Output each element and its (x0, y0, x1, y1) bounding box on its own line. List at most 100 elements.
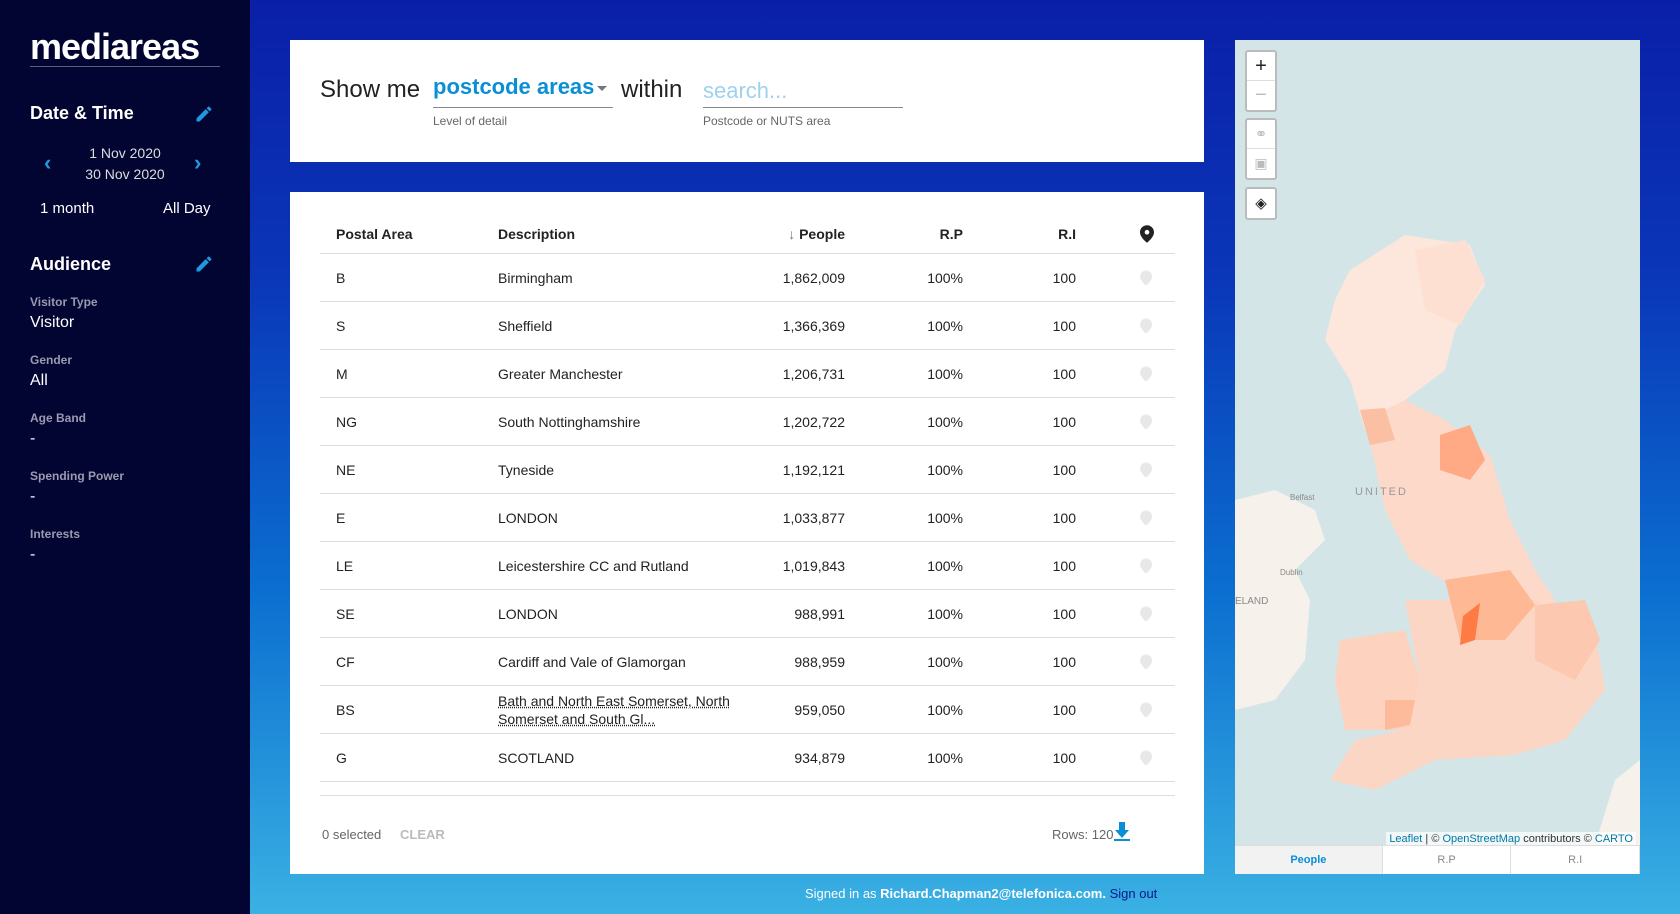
table-row[interactable]: LE Leicestershire CC and Rutland 1,019,8… (320, 542, 1175, 590)
sort-down-arrow-icon: ↓ (788, 225, 800, 242)
download-icon[interactable] (1114, 822, 1130, 842)
sign-out-link[interactable]: Sign out (1110, 886, 1158, 901)
clear-button[interactable]: CLEAR (400, 827, 445, 842)
osm-link[interactable]: OpenStreetMap (1442, 833, 1520, 845)
locate-pin-icon[interactable] (1140, 510, 1152, 526)
visitor-type-label: Visitor Type (30, 295, 98, 309)
header-people[interactable]: ↓ People (788, 226, 845, 242)
locate-pin-icon[interactable] (1140, 318, 1152, 334)
cell-ri: 100 (1052, 365, 1076, 382)
map-attribution: Leaflet | © OpenStreetMap contributors ©… (1386, 832, 1636, 846)
leaflet-link[interactable]: Leaflet (1389, 833, 1422, 845)
table-row[interactable]: S Sheffield 1,366,369 100% 100 (320, 302, 1175, 350)
cell-rp: 100% (927, 269, 963, 286)
area-search-input[interactable] (703, 74, 903, 108)
cell-postal-area: LE (336, 557, 354, 574)
cell-ri: 100 (1052, 317, 1076, 334)
uk-map-svg[interactable]: UNITED Belfast Dublin ELAND (1235, 40, 1640, 845)
cell-rp: 100% (927, 461, 963, 478)
cell-ri: 100 (1052, 605, 1076, 622)
layers-icon[interactable]: ◈ (1247, 189, 1275, 218)
cell-ri: 100 (1052, 461, 1076, 478)
people-label: People (799, 225, 845, 242)
table-row[interactable]: NG South Nottinghamshire 1,202,722 100% … (320, 398, 1175, 446)
globe-reset-icon[interactable]: ⚭ (1247, 120, 1275, 149)
locate-pin-icon[interactable] (1140, 606, 1152, 622)
cell-description: Greater Manchester (498, 365, 623, 382)
header-ri[interactable]: R.I (1058, 226, 1076, 242)
table-row[interactable]: CF Cardiff and Vale of Glamorgan 988,959… (320, 638, 1175, 686)
cell-rp: 100% (927, 509, 963, 526)
edit-audience-pencil-icon[interactable] (194, 254, 214, 274)
map-label-dublin: Dublin (1280, 568, 1303, 577)
next-period-chevron-icon[interactable]: › (194, 150, 201, 176)
edit-date-pencil-icon[interactable] (194, 104, 214, 124)
signed-in-label: Signed in as (805, 886, 881, 901)
cell-description: Birmingham (498, 269, 573, 286)
cell-postal-area: BS (336, 701, 355, 718)
locate-pin-icon[interactable] (1140, 558, 1152, 574)
fit-bounds-icon[interactable]: ▣ (1247, 149, 1275, 178)
table-row[interactable]: G SCOTLAND 934,879 100% 100 (320, 734, 1175, 782)
date-range: 1 Nov 2020 30 Nov 2020 (70, 143, 180, 185)
cell-description[interactable]: Bath and North East Somerset, North Some… (498, 692, 748, 728)
period-length: 1 month (40, 200, 95, 217)
selected-count: 0 selected (322, 827, 382, 842)
rows-count: Rows: 120 (1052, 827, 1114, 842)
caret-down-icon (597, 86, 607, 91)
locate-pin-icon[interactable] (1140, 750, 1152, 766)
header-description[interactable]: Description (498, 226, 575, 242)
cell-postal-area: S (336, 317, 346, 334)
locate-pin-icon[interactable] (1140, 654, 1152, 670)
locate-pin-icon[interactable] (1140, 366, 1152, 382)
cell-people: 988,959 (794, 653, 845, 670)
cell-rp: 100% (927, 413, 963, 430)
choropleth-map[interactable]: UNITED Belfast Dublin ELAND + − ⚭ ▣ ◈ Le… (1235, 40, 1640, 874)
visitor-type-value: Visitor (30, 314, 75, 331)
cell-ri: 100 (1052, 413, 1076, 430)
table-row[interactable]: NE Tyneside 1,192,121 100% 100 (320, 446, 1175, 494)
locate-pin-icon[interactable] (1140, 702, 1152, 718)
map-metric-tabs: People R.P R.I (1235, 845, 1640, 874)
locate-pin-icon[interactable] (1140, 462, 1152, 478)
cell-rp: 100% (927, 365, 963, 382)
cell-postal-area: E (336, 509, 346, 526)
cell-description: South Nottinghamshire (498, 413, 641, 430)
zoom-in-button[interactable]: + (1247, 52, 1275, 81)
cell-description: Cardiff and Vale of Glamorgan (498, 653, 686, 670)
table-row[interactable]: M Greater Manchester 1,206,731 100% 100 (320, 350, 1175, 398)
user-email: Richard.Chapman2@telefonica.com. (880, 886, 1106, 901)
locate-pin-icon[interactable] (1140, 270, 1152, 286)
locate-pin-icon[interactable] (1140, 414, 1152, 430)
cell-rp: 100% (927, 653, 963, 670)
start-date: 1 Nov 2020 (89, 145, 161, 161)
level-value: postcode areas (433, 74, 595, 99)
zoom-out-button[interactable]: − (1247, 81, 1275, 110)
map-pin-icon (1140, 224, 1154, 243)
level-of-detail-dropdown[interactable]: postcode areas (433, 74, 613, 108)
cell-people: 1,019,843 (782, 557, 845, 574)
divider (30, 66, 220, 67)
table-row[interactable]: SE LONDON 988,991 100% 100 (320, 590, 1175, 638)
zoom-control: + − (1245, 50, 1277, 112)
cell-people: 1,366,369 (782, 317, 845, 334)
map-label-ireland: ELAND (1235, 596, 1268, 607)
map-tab-rp[interactable]: R.P (1383, 846, 1512, 874)
cell-postal-area: G (336, 749, 347, 766)
table-row[interactable]: E LONDON 1,033,877 100% 100 (320, 494, 1175, 542)
map-tab-people[interactable]: People (1235, 846, 1383, 874)
cell-rp: 100% (927, 701, 963, 718)
carto-link[interactable]: CARTO (1595, 833, 1633, 845)
map-tab-ri[interactable]: R.I (1511, 846, 1640, 874)
table-row[interactable]: B Birmingham 1,862,009 100% 100 (320, 254, 1175, 302)
age-band-value: - (30, 430, 36, 447)
previous-period-chevron-icon[interactable]: ‹ (44, 150, 51, 176)
table-row[interactable]: BS Bath and North East Somerset, North S… (320, 686, 1175, 734)
level-hint: Level of detail (433, 114, 508, 128)
cell-rp: 100% (927, 605, 963, 622)
cell-people: 1,206,731 (782, 365, 845, 382)
header-rp[interactable]: R.P (940, 226, 963, 242)
header-postal-area[interactable]: Postal Area (336, 226, 413, 242)
interests-value: - (30, 546, 36, 563)
cell-ri: 100 (1052, 701, 1076, 718)
